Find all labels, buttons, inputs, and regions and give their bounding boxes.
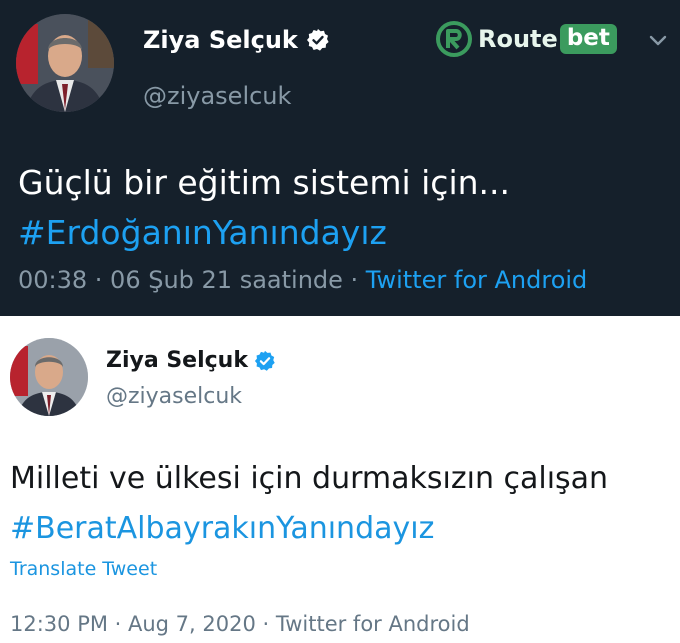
verified-badge-icon	[306, 29, 329, 51]
hashtag-link[interactable]: #BeratAlbayrakınYanındayız	[10, 504, 608, 554]
tweet-meta: 00:38 · 06 Şub 21 saatinde · Twitter for…	[18, 266, 587, 294]
timestamp[interactable]: 12:30 PM · Aug 7, 2020 · Twitter for And…	[10, 612, 470, 636]
avatar-portrait-image	[16, 14, 114, 112]
watermark-badge: bet	[559, 24, 617, 54]
translate-tweet-link[interactable]: Translate Tweet	[10, 558, 157, 580]
timestamp[interactable]: 00:38 · 06 Şub 21 saatinde ·	[18, 266, 366, 294]
avatar-portrait-image	[10, 338, 88, 416]
author-handle[interactable]: @ziyaselcuk	[143, 82, 291, 110]
tweet-body: Milleti ve ülkesi için durmaksızın çalış…	[10, 461, 609, 496]
tweet-text: Güçlü bir eğitim sistemi için... #Erdoğa…	[18, 158, 510, 258]
routebet-logo-icon	[436, 21, 472, 57]
tweet-text: Milleti ve ülkesi için durmaksızın çalış…	[10, 454, 608, 554]
author-row: Ziya Selçuk	[106, 348, 276, 373]
author-row: Ziya Selçuk	[143, 26, 330, 54]
source-link[interactable]: Twitter for Android	[366, 266, 587, 294]
author-name[interactable]: Ziya Selçuk	[106, 348, 248, 373]
watermark-logo: Route bet	[436, 20, 617, 58]
author-name[interactable]: Ziya Selçuk	[143, 26, 298, 54]
tweet-body: Güçlü bir eğitim sistemi için...	[18, 163, 511, 202]
avatar[interactable]	[16, 14, 114, 112]
chevron-down-icon[interactable]	[648, 34, 668, 48]
author-handle[interactable]: @ziyaselcuk	[106, 384, 242, 409]
avatar[interactable]	[10, 338, 88, 416]
tweet-card-light: Ziya Selçuk @ziyaselcuk Milleti ve ülkes…	[0, 316, 680, 643]
watermark-text: Route	[478, 25, 558, 53]
tweet-card-dark: Ziya Selçuk @ziyaselcuk Route bet Güçlü …	[0, 0, 680, 316]
verified-badge-icon	[254, 350, 275, 371]
hashtag-link[interactable]: #ErdoğanınYanındayız	[18, 208, 510, 258]
